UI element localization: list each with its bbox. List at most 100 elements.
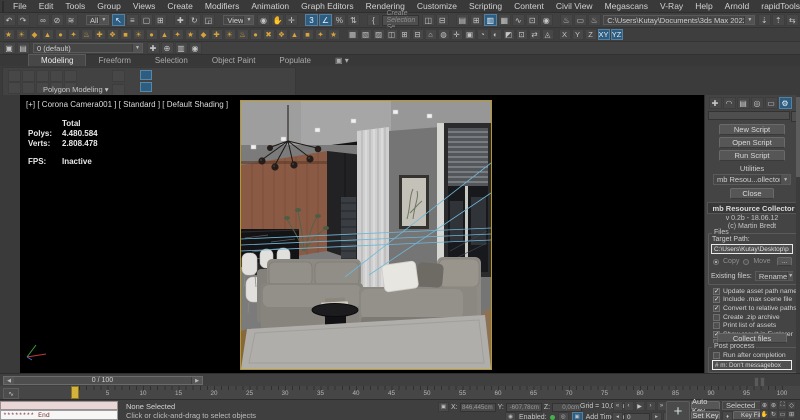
- select-and-rotate-icon[interactable]: ↻: [188, 14, 201, 26]
- unlink-selection-icon[interactable]: ⊘: [51, 14, 64, 26]
- scene-explorer-toggle-icon[interactable]: ▣: [3, 42, 16, 54]
- selection-filter-dropdown[interactable]: All ▼: [86, 15, 109, 25]
- select-and-move-icon[interactable]: ✚: [174, 14, 187, 26]
- asset-library-icon[interactable]: ⇣: [758, 14, 771, 26]
- x-coordinate-field[interactable]: 846,445cm: [460, 403, 496, 412]
- maxscript-mini-listener[interactable]: ******** End: [0, 410, 118, 420]
- motion-tab-icon[interactable]: ◎: [751, 97, 764, 109]
- axis-x-button[interactable]: X: [559, 29, 571, 40]
- edit-named-selection-sets-icon[interactable]: {: [367, 14, 380, 26]
- render-production-icon[interactable]: ♨: [588, 14, 601, 26]
- zoom-icon[interactable]: ⊕: [760, 401, 769, 410]
- trackbar-left-arrow[interactable]: ◀: [4, 377, 14, 384]
- checkbox[interactable]: ✓: [713, 296, 720, 303]
- white-pillow[interactable]: [381, 261, 418, 292]
- time-slider[interactable]: [71, 386, 79, 399]
- camera-viewport[interactable]: [+] [ Corona Camera001 ] [ Standard ] [ …: [20, 95, 704, 373]
- selection-lock-icon[interactable]: ◉: [505, 412, 516, 420]
- checkbox[interactable]: ✓: [713, 305, 720, 312]
- scene-render[interactable]: [241, 101, 491, 369]
- script-button[interactable]: ▲: [42, 29, 54, 40]
- next-frame-icon[interactable]: ›: [646, 401, 656, 411]
- reference-coordinate-dropdown[interactable]: View ▼: [223, 15, 254, 25]
- tool-button[interactable]: ▣: [464, 29, 476, 40]
- spinner-snap-icon[interactable]: ⇅: [347, 14, 360, 26]
- maximize-viewport-icon[interactable]: ⊞: [787, 410, 796, 419]
- tool-button[interactable]: ✛: [451, 29, 463, 40]
- run-script-button[interactable]: Run Script: [719, 150, 785, 161]
- zoom-region-icon[interactable]: ▭: [778, 410, 787, 419]
- percent-snap-icon[interactable]: %: [333, 14, 346, 26]
- tool-button[interactable]: ◔: [477, 29, 489, 40]
- menu-modifiers[interactable]: Modifiers: [199, 1, 245, 11]
- script-button[interactable]: ●: [250, 29, 262, 40]
- checkbox[interactable]: [713, 314, 720, 321]
- tool-button[interactable]: ⌂: [425, 29, 437, 40]
- script-button[interactable]: ▲: [289, 29, 301, 40]
- menu-megascans[interactable]: Megascans: [599, 1, 654, 11]
- script-button[interactable]: ✦: [172, 29, 184, 40]
- toggle-ribbon-icon[interactable]: ▦: [498, 14, 511, 26]
- mirror-icon[interactable]: ◫: [422, 14, 435, 26]
- script-field[interactable]: [708, 111, 790, 120]
- named-selection-set-input[interactable]: Create Selection Se: [382, 15, 419, 26]
- zoom-extents-icon[interactable]: ⛶: [778, 401, 787, 410]
- pan-icon[interactable]: ✋: [760, 410, 769, 419]
- set-keys-icon[interactable]: ♦: [722, 411, 733, 420]
- render-setup-icon[interactable]: ♨: [560, 14, 573, 26]
- y-coordinate-field[interactable]: -607,78cm: [506, 403, 542, 412]
- existing-files-dropdown[interactable]: Rename ▼: [755, 271, 793, 281]
- menu-animation[interactable]: Animation: [245, 1, 295, 11]
- maxscript-mini-listener-macro[interactable]: [0, 401, 118, 410]
- create-tab-icon[interactable]: ✚: [709, 97, 722, 109]
- set-active-layer-icon[interactable]: ◉: [189, 42, 202, 54]
- undo-icon[interactable]: ↶: [3, 14, 16, 26]
- menu-group[interactable]: Group: [91, 1, 127, 11]
- spin-down-icon[interactable]: ◂: [612, 412, 623, 420]
- copy-radio[interactable]: [713, 259, 719, 265]
- modify-tab-icon[interactable]: ◠: [723, 97, 736, 109]
- checkbox[interactable]: [713, 352, 720, 359]
- frame-range-bar[interactable]: ◀ 0 / 100 ▶: [3, 376, 203, 385]
- menu-graph-editors[interactable]: Graph Editors: [295, 1, 359, 11]
- snap-toggle-3d-icon[interactable]: 3: [305, 14, 318, 26]
- script-button[interactable]: ✚: [211, 29, 223, 40]
- previous-frame-icon[interactable]: ‹: [624, 401, 634, 411]
- menu-customize[interactable]: Customize: [411, 1, 463, 11]
- menu-file[interactable]: File: [7, 1, 33, 11]
- tab-modeling[interactable]: Modeling: [28, 54, 86, 66]
- menu-views[interactable]: Views: [127, 1, 162, 11]
- menu-rapidtools[interactable]: rapidTools: [755, 1, 800, 11]
- ribbon-button[interactable]: [64, 70, 77, 82]
- tool-button[interactable]: ◫: [386, 29, 398, 40]
- select-layer-objects-icon[interactable]: ▥: [175, 42, 188, 54]
- script-button[interactable]: ☀: [133, 29, 145, 40]
- mini-curve-editor-button[interactable]: ∿: [3, 388, 19, 399]
- render-safe-frame[interactable]: [240, 100, 492, 370]
- bind-to-space-warp-icon[interactable]: ≋: [65, 14, 78, 26]
- keyboard-override-icon[interactable]: ✛: [285, 14, 298, 26]
- picture-frame[interactable]: [399, 175, 429, 229]
- script-button[interactable]: ❖: [107, 29, 119, 40]
- menu-help[interactable]: Help: [689, 1, 718, 11]
- script-button[interactable]: ♨: [81, 29, 93, 40]
- script-button[interactable]: ☀: [224, 29, 236, 40]
- ribbon-button[interactable]: [22, 82, 35, 94]
- set-key-button[interactable]: Set Key: [691, 411, 720, 420]
- redo-icon[interactable]: ↷: [17, 14, 30, 26]
- align-icon[interactable]: ⊟: [436, 14, 449, 26]
- tool-button[interactable]: ▧: [360, 29, 372, 40]
- use-pivot-center-icon[interactable]: ◉: [257, 14, 270, 26]
- schematic-view-icon[interactable]: ⊡: [526, 14, 539, 26]
- tool-button[interactable]: ◩: [503, 29, 515, 40]
- tab-object-paint[interactable]: Object Paint: [200, 55, 268, 66]
- checkbox[interactable]: ✓: [713, 288, 720, 295]
- selection-region-icon[interactable]: ▢: [140, 14, 153, 26]
- status-toggle-icon[interactable]: ◎: [558, 412, 569, 420]
- tool-button[interactable]: ◍: [438, 29, 450, 40]
- angle-snap-icon[interactable]: ∠: [319, 14, 332, 26]
- target-path-input[interactable]: C:\Users\Kutay\Desktop\p: [711, 244, 793, 254]
- add-to-layer-icon[interactable]: ⊕: [161, 42, 174, 54]
- ribbon-active-mode-button-2[interactable]: [140, 82, 152, 92]
- time-tag-icon[interactable]: ▣: [572, 412, 583, 420]
